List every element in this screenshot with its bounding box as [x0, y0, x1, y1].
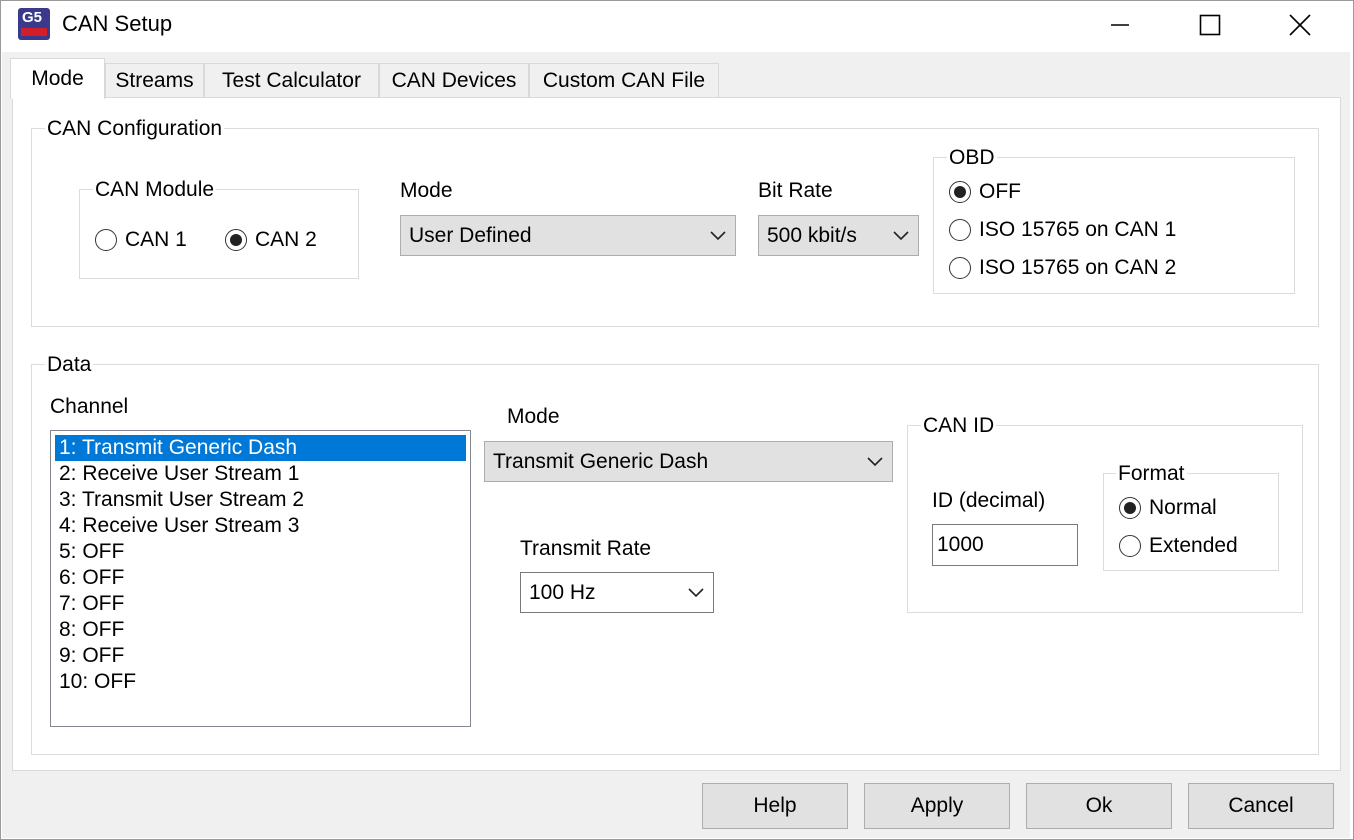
data-mode-dropdown[interactable]: Transmit Generic Dash — [484, 441, 893, 482]
tab-can-devices[interactable]: CAN Devices — [379, 63, 529, 97]
tab-custom-can-file[interactable]: Custom CAN File — [529, 63, 719, 97]
apply-button[interactable]: Apply — [864, 783, 1010, 829]
id-decimal-label: ID (decimal) — [932, 489, 1046, 512]
channel-label: Channel — [50, 395, 129, 418]
radio-indicator — [225, 229, 247, 251]
app-icon-text: G5 — [22, 9, 43, 26]
window-title: CAN Setup — [62, 11, 173, 36]
list-item[interactable]: 4: Receive User Stream 3 — [55, 513, 466, 539]
help-button[interactable]: Help — [702, 783, 848, 829]
list-item[interactable]: 6: OFF — [55, 565, 466, 591]
list-item[interactable]: 1: Transmit Generic Dash — [55, 435, 466, 461]
app-icon: G5 — [18, 8, 50, 40]
tab-mode[interactable]: Mode — [10, 58, 105, 99]
config-mode-dropdown[interactable]: User Defined — [400, 215, 736, 256]
radio-label: Extended — [1149, 534, 1238, 557]
transmit-rate-dropdown[interactable]: 100 Hz — [520, 572, 714, 613]
chevron-down-icon — [710, 230, 726, 240]
chevron-down-icon — [688, 587, 704, 597]
radio-label: ISO 15765 on CAN 1 — [979, 218, 1177, 241]
bitrate-value: 500 kbit/s — [767, 223, 857, 247]
config-mode-value: User Defined — [409, 223, 532, 247]
list-item[interactable]: 8: OFF — [55, 617, 466, 643]
data-legend: Data — [45, 353, 94, 377]
radio-label: CAN 1 — [125, 228, 187, 251]
transmit-rate-label: Transmit Rate — [520, 537, 652, 560]
close-button[interactable] — [1255, 0, 1345, 50]
obd-radio-off[interactable]: OFF — [949, 180, 1021, 204]
can-configuration-legend: CAN Configuration — [45, 117, 225, 141]
minimize-button[interactable] — [1075, 0, 1165, 50]
transmit-rate-value: 100 Hz — [529, 580, 596, 604]
cancel-button[interactable]: Cancel — [1188, 783, 1334, 829]
format-radio-extended[interactable]: Extended — [1119, 534, 1238, 558]
can-module-radio-can2[interactable]: CAN 2 — [225, 228, 317, 252]
obd-radio-iso-can2[interactable]: ISO 15765 on CAN 2 — [949, 256, 1176, 280]
list-item[interactable]: 7: OFF — [55, 591, 466, 617]
data-mode-label: Mode — [507, 405, 560, 428]
can-module-radio-can1[interactable]: CAN 1 — [95, 228, 187, 252]
id-decimal-input[interactable] — [932, 524, 1078, 566]
chevron-down-icon — [893, 230, 909, 240]
channel-listbox[interactable]: 1: Transmit Generic Dash 2: Receive User… — [50, 430, 471, 727]
tab-test-calculator[interactable]: Test Calculator — [204, 63, 379, 97]
ok-button[interactable]: Ok — [1026, 783, 1172, 829]
can-module-legend: CAN Module — [93, 178, 217, 202]
close-icon — [1289, 14, 1311, 36]
list-item[interactable]: 2: Receive User Stream 1 — [55, 461, 466, 487]
radio-indicator — [949, 219, 971, 241]
maximize-button[interactable] — [1165, 0, 1255, 50]
format-radio-normal[interactable]: Normal — [1119, 496, 1217, 520]
radio-indicator — [1119, 535, 1141, 557]
bitrate-label: Bit Rate — [758, 179, 833, 202]
radio-label: Normal — [1149, 496, 1217, 519]
obd-radio-iso-can1[interactable]: ISO 15765 on CAN 1 — [949, 218, 1176, 242]
maximize-icon — [1199, 14, 1221, 36]
obd-legend: OBD — [947, 146, 997, 170]
tab-streams[interactable]: Streams — [105, 63, 204, 97]
radio-indicator — [949, 257, 971, 279]
radio-label: ISO 15765 on CAN 2 — [979, 256, 1177, 279]
list-item[interactable]: 9: OFF — [55, 643, 466, 669]
radio-indicator — [95, 229, 117, 251]
format-legend: Format — [1116, 462, 1187, 486]
list-item[interactable]: 10: OFF — [55, 669, 466, 695]
chevron-down-icon — [867, 456, 883, 466]
minimize-icon — [1111, 24, 1129, 26]
data-mode-value: Transmit Generic Dash — [493, 449, 709, 473]
radio-indicator — [1119, 497, 1141, 519]
bitrate-dropdown[interactable]: 500 kbit/s — [758, 215, 919, 256]
config-mode-label: Mode — [400, 179, 453, 202]
radio-label: CAN 2 — [255, 228, 317, 251]
list-item[interactable]: 5: OFF — [55, 539, 466, 565]
radio-indicator — [949, 181, 971, 203]
radio-label: OFF — [979, 180, 1021, 203]
list-item[interactable]: 3: Transmit User Stream 2 — [55, 487, 466, 513]
can-id-legend: CAN ID — [921, 414, 997, 438]
